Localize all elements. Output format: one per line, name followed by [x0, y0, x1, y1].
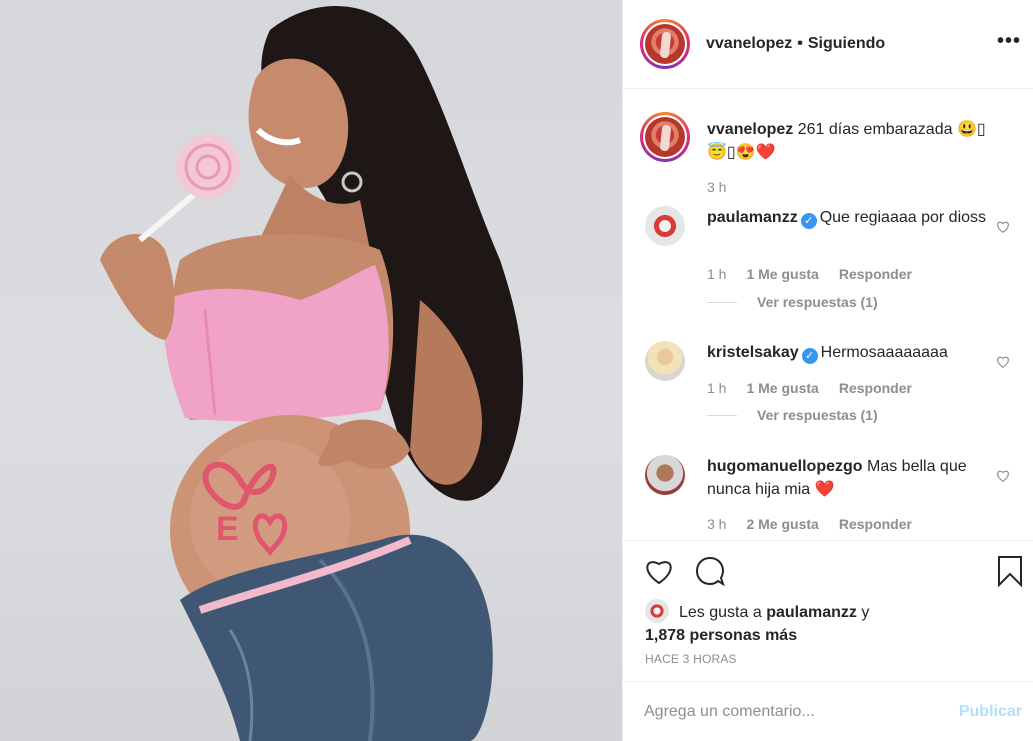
- comment-username[interactable]: paulamanzz: [707, 209, 798, 226]
- reply-button[interactable]: Responder: [839, 380, 912, 396]
- publish-button[interactable]: Publicar: [959, 703, 1022, 721]
- comment-avatar[interactable]: [645, 206, 685, 246]
- comment-body: paulamanzz ✓ Que regiaaaa por dioss: [707, 206, 997, 229]
- comment-like-heart-icon[interactable]: [996, 220, 1010, 234]
- verified-badge-icon: ✓: [801, 348, 818, 364]
- comment-username[interactable]: hugomanuellopezgo: [707, 458, 863, 475]
- caption-text-line1: 261 días embarazada 😃▯: [797, 121, 986, 138]
- view-replies-button[interactable]: Ver respuestas (1): [707, 407, 878, 423]
- comment-avatar[interactable]: [645, 341, 685, 381]
- caption-text-line2: 😇▯😍❤️: [707, 144, 776, 161]
- comment-text: Hermosaaaaaaaa: [820, 344, 948, 361]
- caption-body: vvanelopez 261 días embarazada 😃▯ 😇▯😍❤️: [707, 118, 997, 164]
- header-separator: •: [797, 35, 803, 52]
- comment-body: kristelsakay ✓ Hermosaaaaaaaa: [707, 341, 997, 364]
- svg-text:E: E: [216, 510, 239, 548]
- comment-meta: 1 h 1 Me gusta Responder: [707, 266, 912, 282]
- post-header: vvanelopez • Siguiendo •••: [623, 0, 1033, 89]
- comment-time: 3 h: [707, 516, 727, 532]
- post-timestamp: HACE 3 HORAS: [645, 652, 737, 666]
- caption-meta: 3 h: [707, 179, 726, 195]
- verified-badge-icon: ✓: [800, 213, 817, 229]
- bookmark-icon[interactable]: [994, 555, 1026, 587]
- view-replies-label: Ver respuestas (1): [757, 294, 878, 310]
- caption-time: 3 h: [707, 179, 727, 195]
- author-username[interactable]: vvanelopez: [706, 35, 792, 53]
- comment-text: Que regiaaaa por dioss: [819, 209, 987, 226]
- post-photo-illustration: E: [100, 6, 524, 741]
- likes-prefix: Les gusta a: [679, 604, 762, 621]
- likes-conj: y: [861, 604, 870, 621]
- comment-likes[interactable]: 1 Me gusta: [746, 380, 818, 396]
- comment-meta: 1 h 1 Me gusta Responder: [707, 380, 912, 396]
- reply-button[interactable]: Responder: [839, 516, 912, 532]
- comment-input[interactable]: [644, 702, 944, 721]
- likes-others-link[interactable]: 1,878 personas más: [645, 627, 797, 644]
- follow-state-button[interactable]: Siguiendo: [808, 35, 885, 53]
- comment-icon[interactable]: [694, 555, 726, 587]
- view-replies-button[interactable]: Ver respuestas (1): [707, 294, 878, 310]
- post-actions: Les gusta a paulamanzz y 1,878 personas …: [623, 540, 1033, 681]
- comment-avatar[interactable]: [645, 455, 685, 495]
- caption-avatar[interactable]: [640, 112, 690, 162]
- comment-like-heart-icon[interactable]: [996, 355, 1010, 369]
- author-info: vvanelopez • Siguiendo: [706, 35, 885, 53]
- replies-divider: [707, 414, 737, 416]
- comment-time: 1 h: [707, 266, 727, 282]
- comment-username[interactable]: kristelsakay: [707, 344, 799, 361]
- comment-likes[interactable]: 2 Me gusta: [746, 516, 818, 532]
- comment-meta: 3 h 2 Me gusta Responder: [707, 516, 912, 532]
- more-options-icon[interactable]: •••: [997, 30, 1021, 53]
- replies-divider: [707, 301, 737, 303]
- reply-button[interactable]: Responder: [839, 266, 912, 282]
- comment-likes[interactable]: 1 Me gusta: [746, 266, 818, 282]
- likes-summary: Les gusta a paulamanzz y 1,878 personas …: [645, 599, 869, 647]
- liker-avatar[interactable]: [645, 599, 669, 623]
- comment-time: 1 h: [707, 380, 727, 396]
- heart-icon[interactable]: [643, 555, 675, 587]
- author-avatar[interactable]: [640, 19, 690, 69]
- comment-composer: Publicar: [623, 681, 1033, 741]
- caption-username[interactable]: vvanelopez: [707, 121, 793, 138]
- liker-username[interactable]: paulamanzz: [766, 604, 857, 621]
- comments-list[interactable]: vvanelopez 261 días embarazada 😃▯ 😇▯😍❤️ …: [623, 90, 1033, 540]
- post-photo[interactable]: E: [0, 0, 622, 741]
- comment-like-heart-icon[interactable]: [996, 469, 1010, 483]
- view-replies-label: Ver respuestas (1): [757, 407, 878, 423]
- comment-body: hugomanuellopezgo Mas bella que nunca hi…: [707, 455, 997, 501]
- post-panel: vvanelopez • Siguiendo ••• vvanelopez 26…: [622, 0, 1033, 741]
